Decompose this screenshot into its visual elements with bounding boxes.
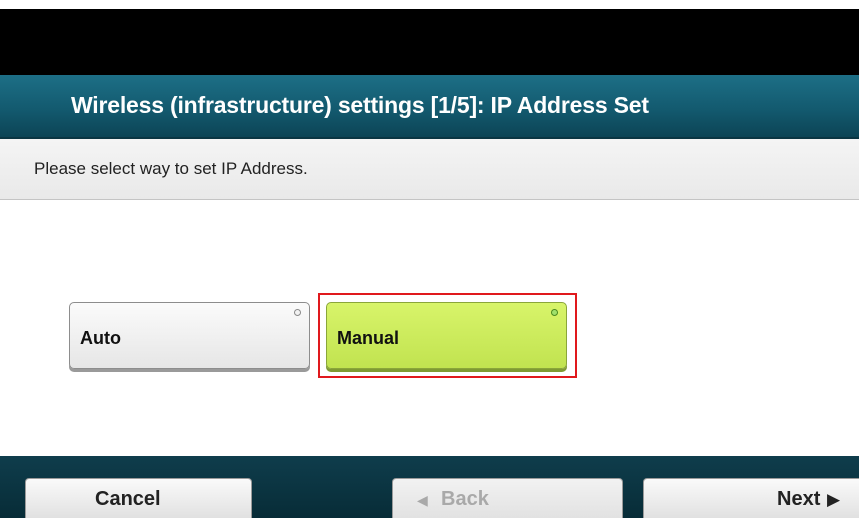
instruction-bar: Please select way to set IP Address.: [0, 139, 859, 200]
manual-option-label: Manual: [337, 328, 400, 348]
left-triangle-icon: ◀: [417, 492, 428, 508]
auto-option-label: Auto: [80, 328, 121, 348]
device-screen: Wireless (infrastructure) settings [1/5]…: [0, 9, 859, 518]
unselected-indicator-icon: [294, 309, 301, 316]
next-button[interactable]: Next ▶: [643, 478, 859, 518]
cancel-button[interactable]: Cancel: [25, 478, 252, 518]
page-title: Wireless (infrastructure) settings [1/5]…: [71, 92, 649, 118]
selected-indicator-icon: [551, 309, 558, 316]
right-triangle-icon: ▶: [827, 490, 841, 509]
next-button-label: Next: [777, 488, 821, 510]
instruction-text: Please select way to set IP Address.: [34, 159, 308, 178]
bottom-navigation-bar: Cancel ◀ Back Next ▶: [0, 456, 859, 518]
top-status-strip: [0, 9, 859, 75]
auto-option-button[interactable]: Auto: [69, 302, 310, 369]
title-bar: Wireless (infrastructure) settings [1/5]…: [0, 75, 859, 139]
cancel-button-label: Cancel: [95, 488, 161, 510]
back-button-label: Back: [441, 488, 489, 510]
manual-option-button[interactable]: Manual: [326, 302, 567, 369]
option-panel: Auto Manual: [0, 200, 859, 456]
back-button[interactable]: ◀ Back: [392, 478, 623, 518]
